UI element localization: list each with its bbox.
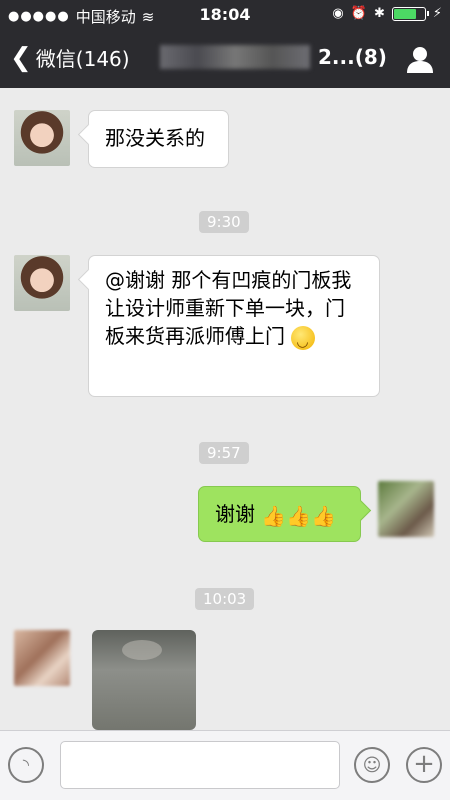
avatar[interactable] (14, 630, 70, 686)
status-bar: ●●●●● 中国移动 ≋ 18:04 ◉ ⏰ ✱ ⚡ (0, 0, 450, 30)
nav-bar: ❮ 微信(146) 2...(8) (0, 30, 450, 88)
message-bubble[interactable]: @谢谢 那个有凹痕的门板我让设计师重新下单一块，门板来货再派师傅上门 (88, 255, 380, 397)
message-bubble[interactable]: 那没关系的 (88, 110, 229, 168)
person-icon[interactable] (404, 44, 436, 74)
chat-title-suffix: 2...(8) (318, 45, 387, 69)
input-bar: ◝ ☺ + (0, 730, 450, 800)
thumbs-up-emoji-icon: 👍👍👍 (261, 503, 337, 528)
message-bubble[interactable]: 谢谢 👍👍👍 (198, 486, 361, 542)
timestamp: 9:30 (199, 211, 249, 233)
emoji-icon[interactable]: ☺ (354, 747, 390, 783)
plus-icon[interactable]: + (406, 747, 442, 783)
back-label: 微信(146) (35, 47, 130, 71)
charging-icon: ⚡ (432, 6, 442, 21)
bluetooth-icon: ✱ (373, 6, 385, 21)
alarm-icon: ⏰ (350, 6, 367, 21)
message-text: 谢谢 (215, 502, 255, 526)
avatar[interactable] (14, 255, 70, 311)
battery-icon (391, 6, 429, 21)
message-input[interactable] (60, 741, 340, 789)
chat-title: 2...(8) (160, 45, 387, 69)
orientation-lock-icon: ◉ (332, 6, 344, 21)
smile-emoji-icon (291, 325, 316, 356)
timestamp: 10:03 (195, 588, 255, 610)
back-button[interactable]: ❮ 微信(146) (10, 43, 130, 72)
timestamp: 9:57 (199, 442, 249, 464)
voice-icon[interactable]: ◝ (8, 747, 44, 783)
avatar[interactable] (378, 481, 434, 537)
chevron-left-icon: ❮ (10, 42, 32, 73)
avatar[interactable] (14, 110, 70, 166)
status-right: ◉ ⏰ ✱ ⚡ (332, 6, 442, 21)
image-message[interactable] (92, 630, 196, 730)
chat-area: 那没关系的 9:30 @谢谢 那个有凹痕的门板我让设计师重新下单一块，门板来货再… (0, 88, 450, 730)
message-text: 那没关系的 (105, 126, 205, 150)
redacted-name (160, 45, 310, 69)
